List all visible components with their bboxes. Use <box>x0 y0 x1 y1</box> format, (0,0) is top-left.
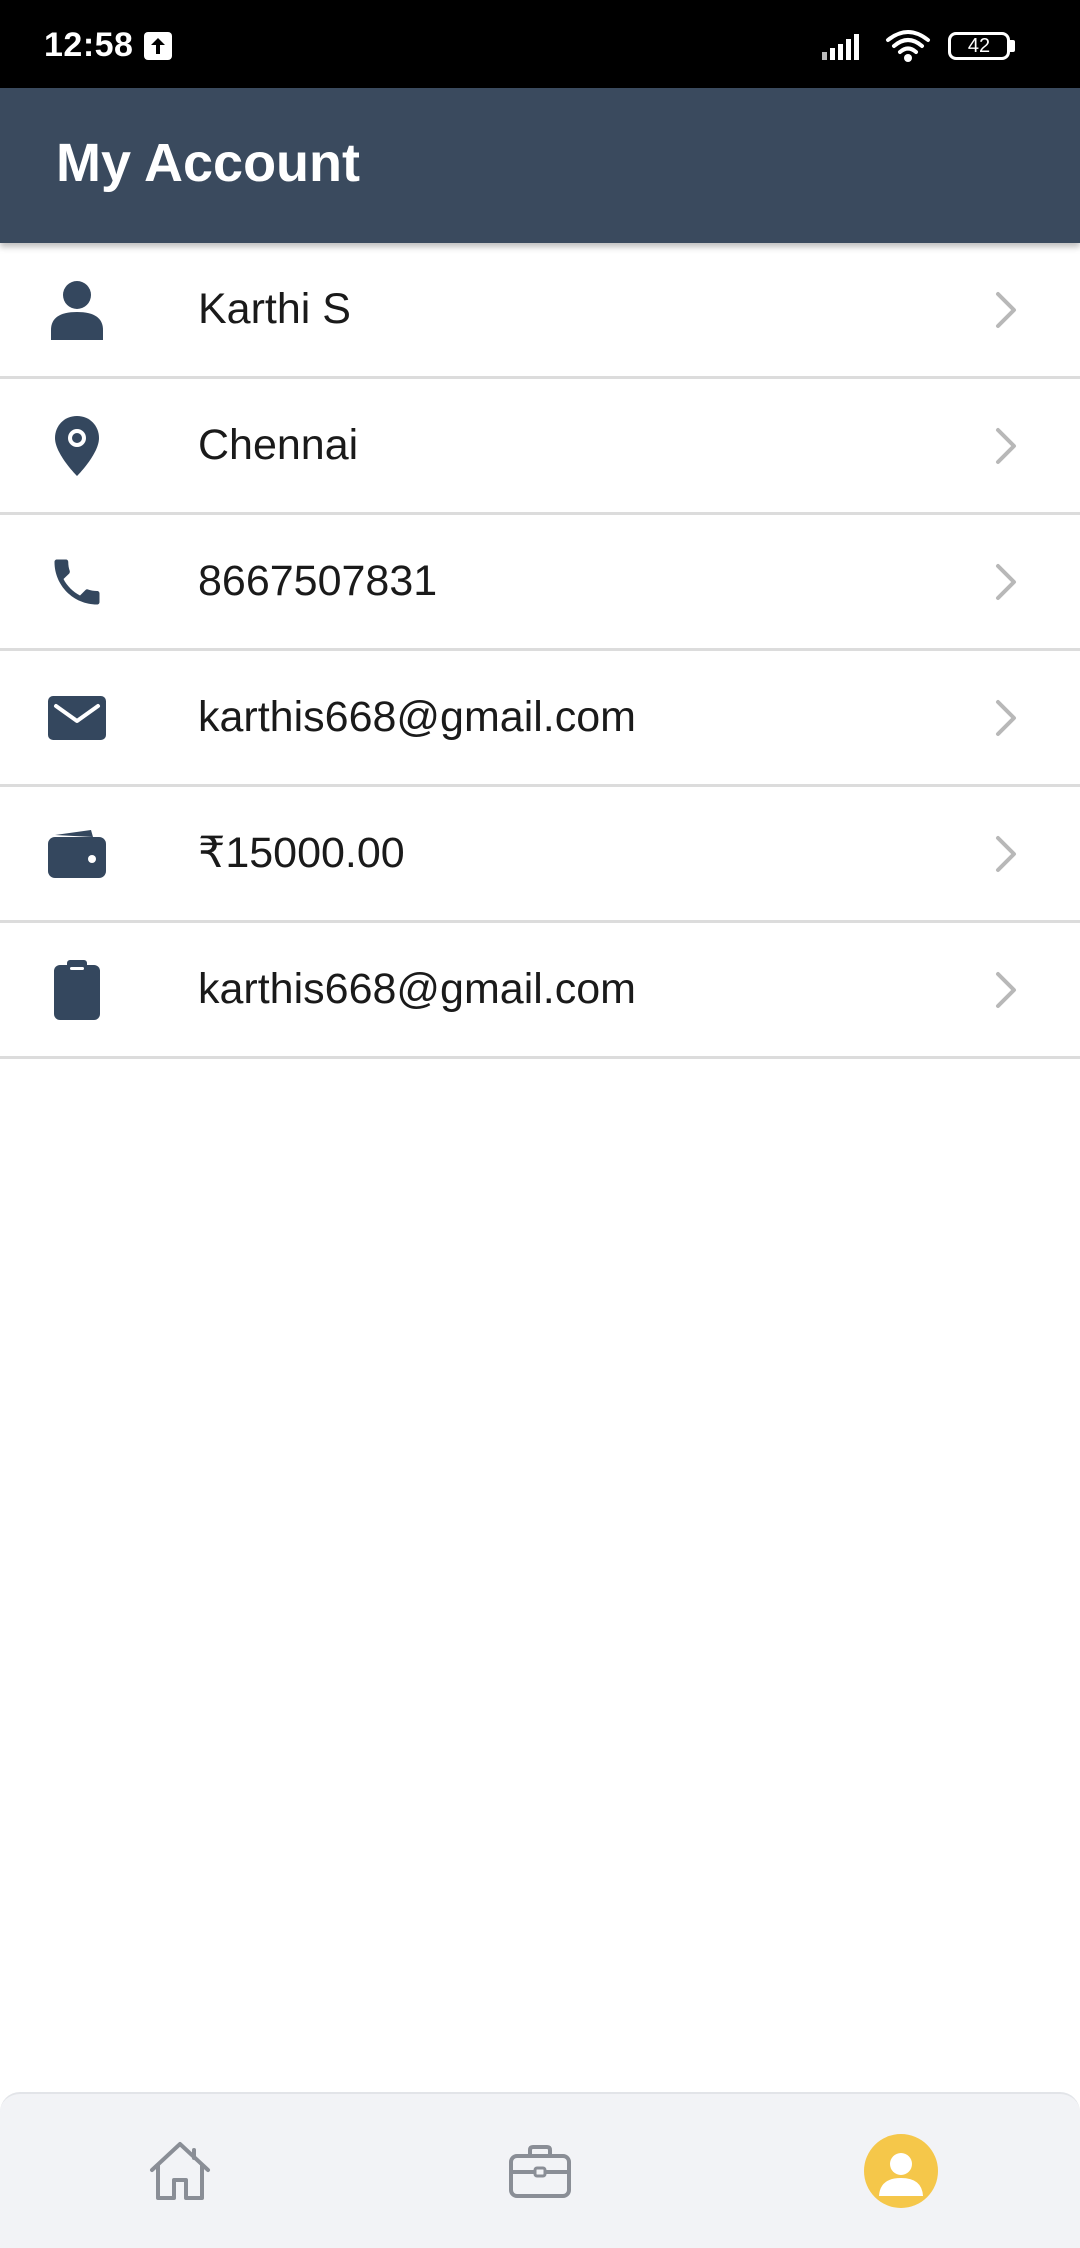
battery-level: 42 <box>967 35 991 57</box>
battery-icon: 42 <box>948 32 1015 60</box>
clipboard-icon <box>46 959 108 1021</box>
account-item-name[interactable]: Karthi S <box>0 243 1080 379</box>
status-time: 12:58 <box>44 26 134 64</box>
page-title: My Account <box>56 133 361 193</box>
bottom-navigation <box>0 2092 1080 2248</box>
account-item-label: karthis668@gmail.com <box>198 693 636 741</box>
chevron-right-icon <box>996 428 1016 464</box>
account-item-label: Chennai <box>198 421 359 469</box>
wallet-icon <box>46 823 108 885</box>
wifi-icon <box>886 30 930 62</box>
chevron-right-icon <box>996 292 1016 328</box>
account-item-label: Karthi S <box>198 285 351 333</box>
account-item-location[interactable]: Chennai <box>0 379 1080 515</box>
battery-tip <box>1010 40 1015 52</box>
account-item-label: 8667507831 <box>198 557 438 605</box>
status-bar: 12:58 42 <box>0 0 1080 88</box>
chevron-right-icon <box>996 564 1016 600</box>
account-item-wallet[interactable]: ₹15000.00 <box>0 787 1080 923</box>
person-icon <box>46 279 108 341</box>
chevron-right-icon <box>996 836 1016 872</box>
envelope-icon <box>46 687 108 749</box>
account-icon <box>864 2134 938 2208</box>
nav-jobs[interactable] <box>480 2094 600 2248</box>
account-item-label: karthis668@gmail.com <box>198 965 636 1013</box>
app-bar: My Account <box>0 88 1080 243</box>
chevron-right-icon <box>996 972 1016 1008</box>
nav-home[interactable] <box>120 2094 240 2248</box>
home-icon <box>150 2142 210 2200</box>
briefcase-icon <box>509 2145 571 2198</box>
signal-icon <box>822 34 859 60</box>
phone-icon <box>46 551 108 613</box>
chevron-right-icon <box>996 700 1016 736</box>
location-pin-icon <box>46 415 108 477</box>
account-list: Karthi S Chennai 8667507831 karthis668@g… <box>0 243 1080 1059</box>
nav-account[interactable] <box>841 2094 961 2248</box>
account-item-clipboard[interactable]: karthis668@gmail.com <box>0 923 1080 1059</box>
upload-notification-icon <box>144 32 172 60</box>
account-item-phone[interactable]: 8667507831 <box>0 515 1080 651</box>
account-item-label: ₹15000.00 <box>198 829 405 877</box>
account-item-email[interactable]: karthis668@gmail.com <box>0 651 1080 787</box>
